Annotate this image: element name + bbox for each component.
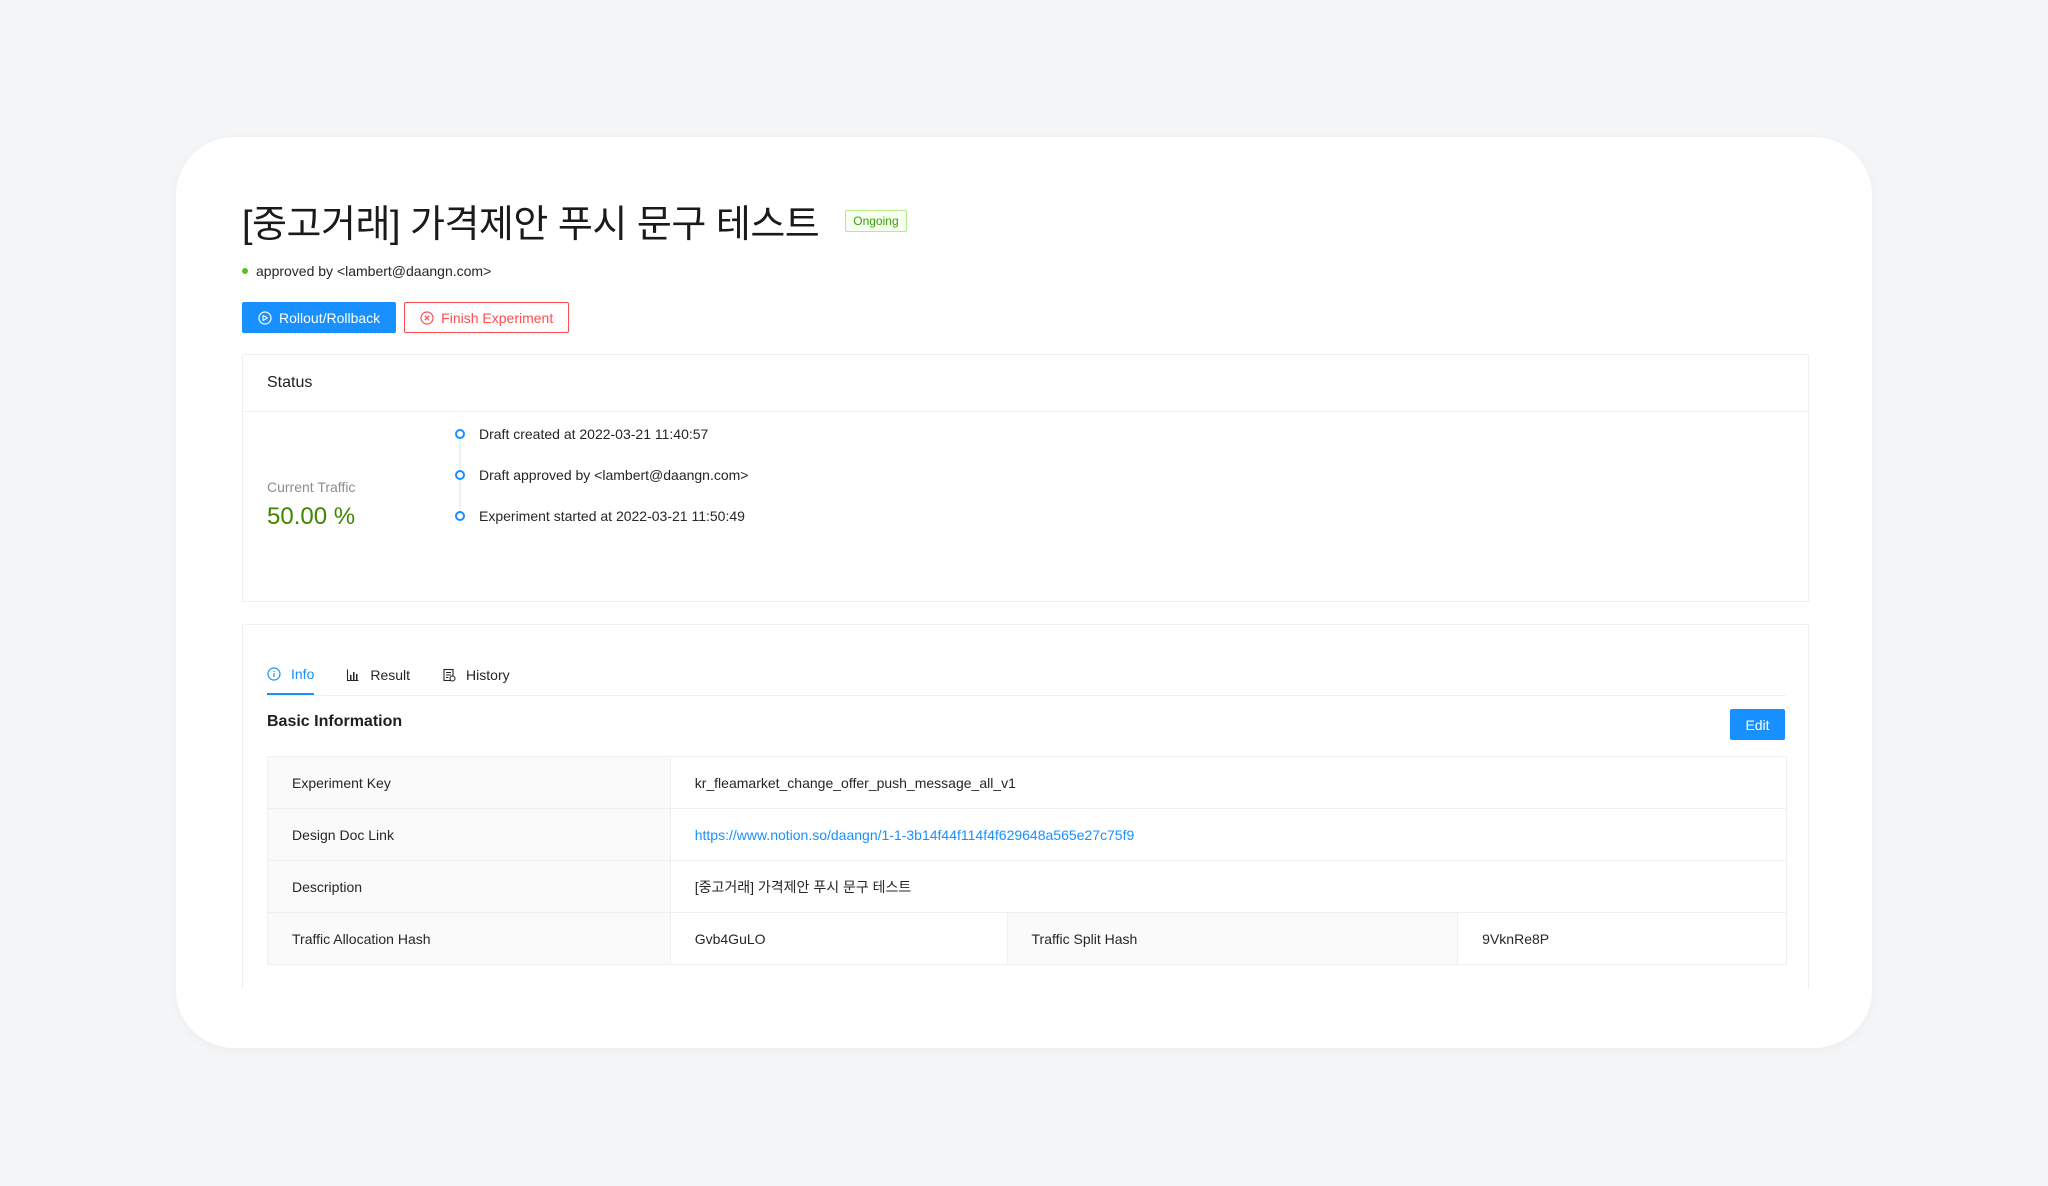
traffic-split-hash-label: Traffic Split Hash xyxy=(1006,912,1459,965)
timeline-text: Draft created at 2022-03-21 11:40:57 xyxy=(479,426,709,442)
traffic-allocation-hash-value: Gvb4GuLO xyxy=(669,912,1008,965)
status-timeline: Draft created at 2022-03-21 11:40:57 Dra… xyxy=(455,425,748,548)
table-row: Description [중고거래] 가격제안 푸시 문구 테스트 xyxy=(267,860,1788,913)
tab-result-label: Result xyxy=(370,667,411,683)
design-doc-link-label: Design Doc Link xyxy=(267,808,671,861)
rollout-rollback-button[interactable]: Rollout/Rollback xyxy=(242,302,397,333)
bar-chart-icon xyxy=(346,668,360,682)
approved-dot-icon xyxy=(242,268,248,274)
rollout-rollback-label: Rollout/Rollback xyxy=(279,309,381,326)
action-buttons: Rollout/Rollback Finish Experiment xyxy=(242,302,570,333)
tab-history[interactable]: History xyxy=(442,655,510,695)
design-doc-link[interactable]: https://www.notion.so/daangn/1-1-3b14f44… xyxy=(695,827,1135,843)
traffic-allocation-hash-label: Traffic Allocation Hash xyxy=(267,912,671,965)
history-icon xyxy=(442,668,456,682)
status-title: Status xyxy=(243,355,1808,412)
tab-info[interactable]: Info xyxy=(267,655,315,695)
timeline-dot-icon xyxy=(455,429,465,439)
approval-text: approved by <lambert@daangn.com> xyxy=(256,263,492,279)
timeline-dot-icon xyxy=(455,511,465,521)
status-card: Status Current Traffic 50.00 % Draft cre… xyxy=(242,354,1809,602)
timeline-text: Experiment started at 2022-03-21 11:50:4… xyxy=(479,508,745,524)
current-traffic-value: 50.00 % xyxy=(267,503,356,530)
design-doc-link-cell: https://www.notion.so/daangn/1-1-3b14f44… xyxy=(669,808,1788,861)
tab-result[interactable]: Result xyxy=(346,655,410,695)
table-row: Design Doc Link https://www.notion.so/da… xyxy=(267,808,1788,861)
timeline-item-experiment-started: Experiment started at 2022-03-21 11:50:4… xyxy=(455,507,748,548)
finish-experiment-label: Finish Experiment xyxy=(441,309,554,326)
current-traffic-label: Current Traffic xyxy=(267,479,356,495)
traffic-split-hash-value: 9VknRe8P xyxy=(1457,912,1787,965)
info-icon xyxy=(267,667,281,681)
basic-information-title: Basic Information xyxy=(267,713,403,730)
finish-experiment-button[interactable]: Finish Experiment xyxy=(404,302,570,333)
experiment-card: [중고거래] 가격제안 푸시 문구 테스트 Ongoing approved b… xyxy=(176,137,1872,1048)
page-title: [중고거래] 가격제안 푸시 문구 테스트 xyxy=(242,204,820,246)
edit-button[interactable]: Edit xyxy=(1730,709,1785,740)
rollout-icon xyxy=(258,310,272,325)
timeline-item-draft-created: Draft created at 2022-03-21 11:40:57 xyxy=(455,425,748,470)
close-circle-icon xyxy=(420,310,434,325)
detail-card: Info Result History Basic Information Ed… xyxy=(242,624,1809,989)
basic-information-table: Experiment Key kr_fleamarket_change_offe… xyxy=(267,756,1788,965)
tab-history-label: History xyxy=(466,667,510,683)
tab-info-label: Info xyxy=(291,666,315,682)
table-row: Experiment Key kr_fleamarket_change_offe… xyxy=(267,756,1788,809)
timeline-text: Draft approved by <lambert@daangn.com> xyxy=(479,467,749,483)
approval-status: approved by <lambert@daangn.com> xyxy=(242,263,491,279)
timeline-dot-icon xyxy=(455,470,465,480)
experiment-key-value: kr_fleamarket_change_offer_push_message_… xyxy=(669,756,1788,809)
status-badge: Ongoing xyxy=(845,209,907,232)
experiment-key-label: Experiment Key xyxy=(267,756,671,809)
description-label: Description xyxy=(267,860,671,913)
title-row: [중고거래] 가격제안 푸시 문구 테스트 Ongoing xyxy=(242,193,907,248)
description-value: [중고거래] 가격제안 푸시 문구 테스트 xyxy=(669,860,1788,913)
timeline-item-draft-approved: Draft approved by <lambert@daangn.com> xyxy=(455,466,749,511)
experiment-content: [중고거래] 가격제안 푸시 문구 테스트 Ongoing approved b… xyxy=(242,137,1810,989)
detail-tabs: Info Result History xyxy=(267,655,1786,696)
table-row: Traffic Allocation Hash Gvb4GuLO Traffic… xyxy=(267,912,1787,965)
